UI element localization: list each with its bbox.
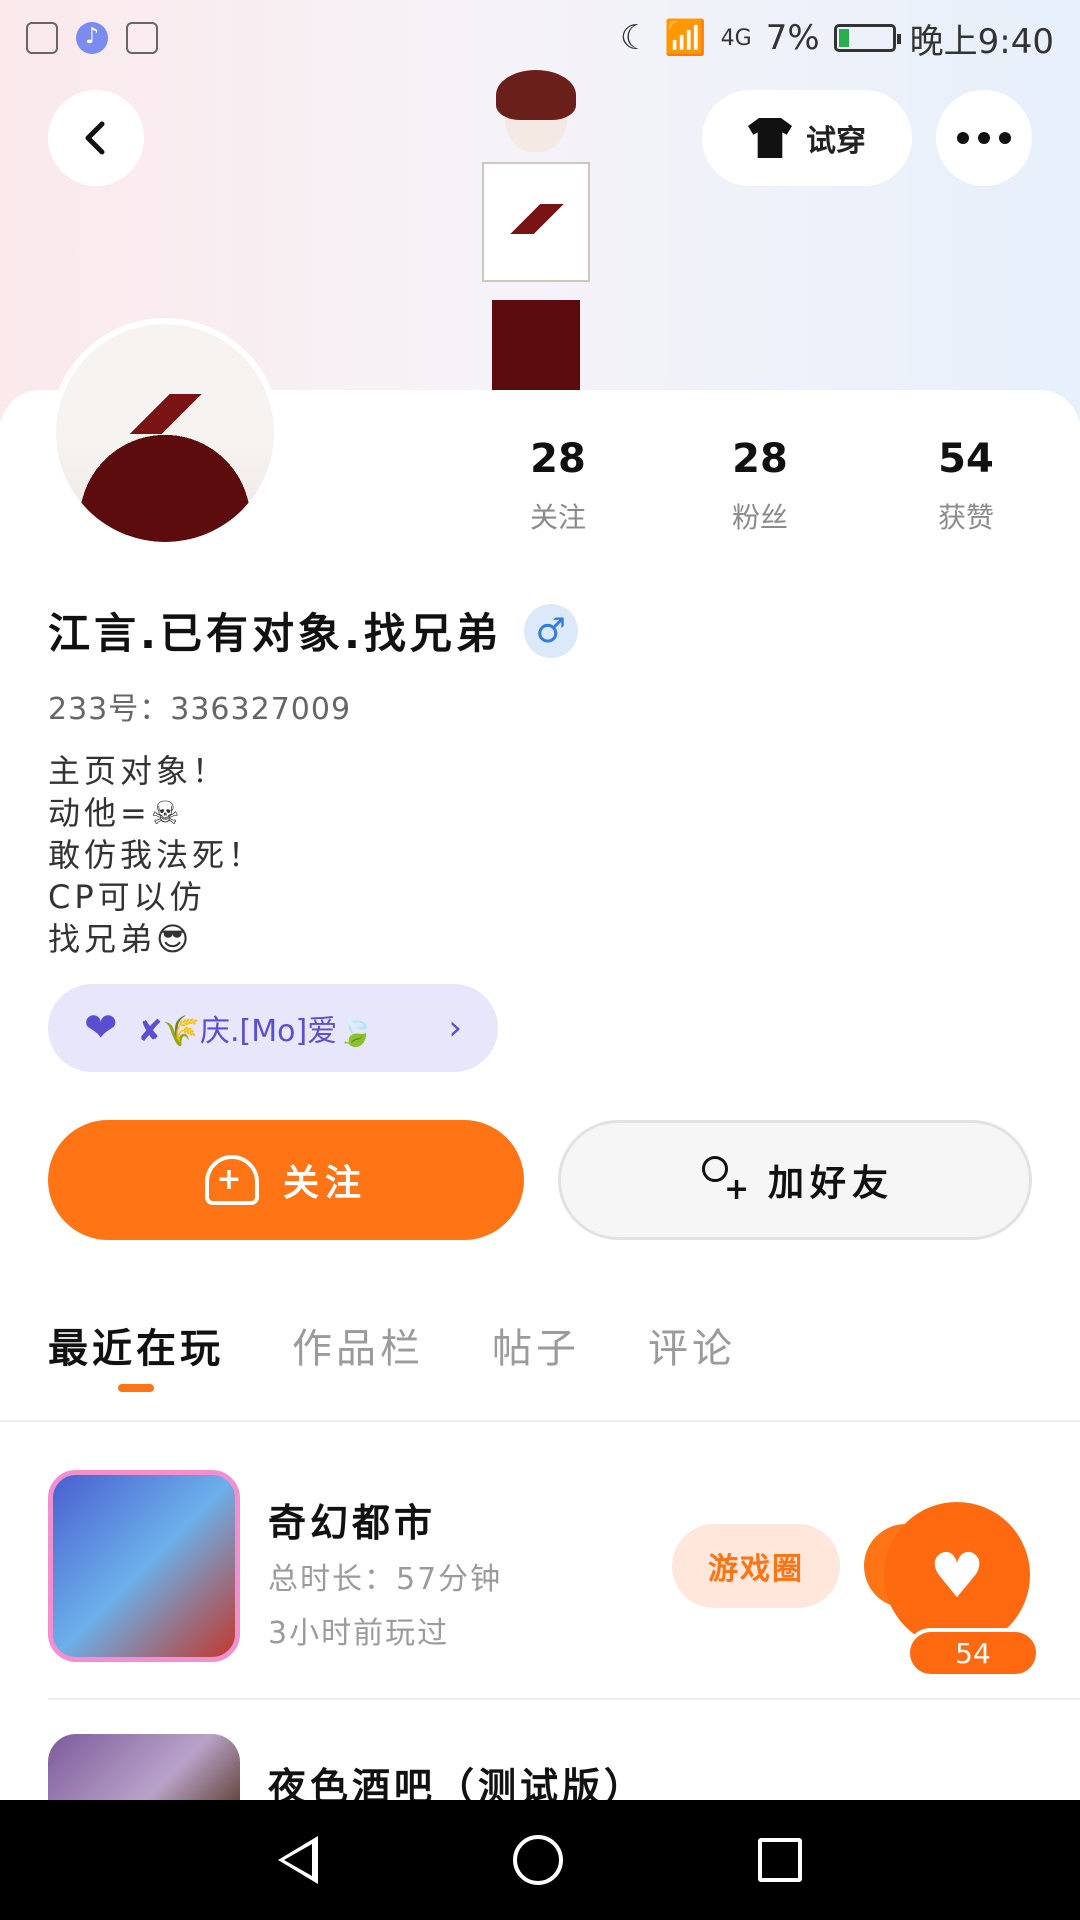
cp-badge[interactable]: ❤ ✘🌾庆.[Mo]爱🍃 ›: [48, 984, 498, 1072]
profile-tabs: 最近在玩 作品栏 帖子 评论: [48, 1316, 736, 1392]
clock: 晚上9:40: [909, 21, 1054, 62]
network-type: 4G: [720, 25, 752, 51]
tab-divider: [0, 1420, 1080, 1422]
bio-line: 动他=☠: [48, 794, 184, 832]
chevron-right-icon: ›: [448, 1008, 462, 1048]
battery-icon: [833, 24, 901, 52]
nav-recents-icon[interactable]: [758, 1838, 803, 1882]
wifi-icon: 📶: [664, 18, 707, 58]
bio: 主页对象！ 动他=☠ 敢仿我法死！ CP可以仿 找兄弟😎: [48, 750, 264, 960]
name-row: 江言.已有对象.找兄弟 ♂: [48, 600, 578, 661]
avatar-character: [460, 70, 610, 460]
like-button[interactable]: ♥: [884, 1502, 1030, 1648]
stat-following[interactable]: 28 关注: [488, 436, 628, 536]
bio-line: 敢仿我法死！: [48, 836, 265, 874]
system-nav-bar: [0, 1800, 1080, 1920]
more-dots-icon: [957, 132, 1011, 144]
nav-home-icon[interactable]: [512, 1835, 563, 1885]
list-divider: [48, 1698, 1080, 1700]
game-last-played: 3小时前玩过: [268, 1616, 450, 1651]
user-name: 江言.已有对象.找兄弟: [48, 609, 502, 658]
stat-followers[interactable]: 28 粉丝: [690, 436, 830, 536]
heart-icon: ❤: [84, 1005, 118, 1051]
stat-value: 28: [530, 436, 586, 482]
stat-label: 粉丝: [731, 501, 788, 534]
tab-works[interactable]: 作品栏: [292, 1316, 424, 1374]
user-id: 233号：336327009: [48, 692, 352, 727]
nav-back-icon[interactable]: [277, 1836, 318, 1884]
add-friend-label: 加好友: [767, 1163, 894, 1204]
add-friend-button[interactable]: 加好友: [558, 1120, 1032, 1240]
more-button[interactable]: [936, 90, 1032, 186]
bio-line: CP可以仿: [48, 878, 206, 916]
follow-button[interactable]: + 关注: [48, 1120, 524, 1240]
try-on-label: 试穿: [806, 124, 866, 159]
heart-plus-icon: +: [204, 1155, 259, 1205]
bio-line: 找兄弟😎: [48, 920, 194, 958]
like-count: 54: [906, 1628, 1040, 1678]
game-thumbnail: [48, 1470, 240, 1662]
stat-value: 54: [938, 436, 994, 482]
music-icon: [76, 22, 108, 54]
bio-line: 主页对象！: [48, 752, 229, 790]
user-plus-icon: [696, 1156, 755, 1207]
back-button[interactable]: [48, 90, 144, 186]
status-bar: ☾ 📶 4G 7% 晚上9:40: [0, 0, 1080, 76]
heart-icon: ♥: [929, 1538, 985, 1612]
stat-value: 28: [732, 436, 788, 482]
cp-label: ✘🌾庆.[Mo]爱🍃: [137, 1014, 375, 1049]
tab-posts[interactable]: 帖子: [492, 1316, 580, 1374]
stat-label: 获赞: [937, 501, 994, 534]
notification-icon: [26, 22, 58, 54]
game-duration: 总时长：57分钟: [268, 1562, 503, 1597]
app-notification-icon: [126, 22, 158, 54]
follow-label: 关注: [282, 1163, 367, 1204]
try-on-button[interactable]: 试穿: [702, 90, 912, 186]
tab-comments[interactable]: 评论: [648, 1316, 736, 1374]
moon-icon: ☾: [619, 18, 651, 58]
stat-label: 关注: [529, 501, 586, 534]
male-icon: ♂: [523, 603, 578, 658]
tab-recent-played[interactable]: 最近在玩: [48, 1316, 224, 1392]
avatar[interactable]: [50, 318, 280, 548]
shirt-icon: [748, 118, 792, 158]
game-title: 奇幻都市: [268, 1501, 437, 1545]
game-circle-button[interactable]: 游戏圈: [672, 1524, 840, 1608]
stat-likes[interactable]: 54 获赞: [896, 436, 1036, 536]
chevron-left-icon: [85, 121, 105, 155]
battery-percent: 7%: [765, 18, 820, 58]
